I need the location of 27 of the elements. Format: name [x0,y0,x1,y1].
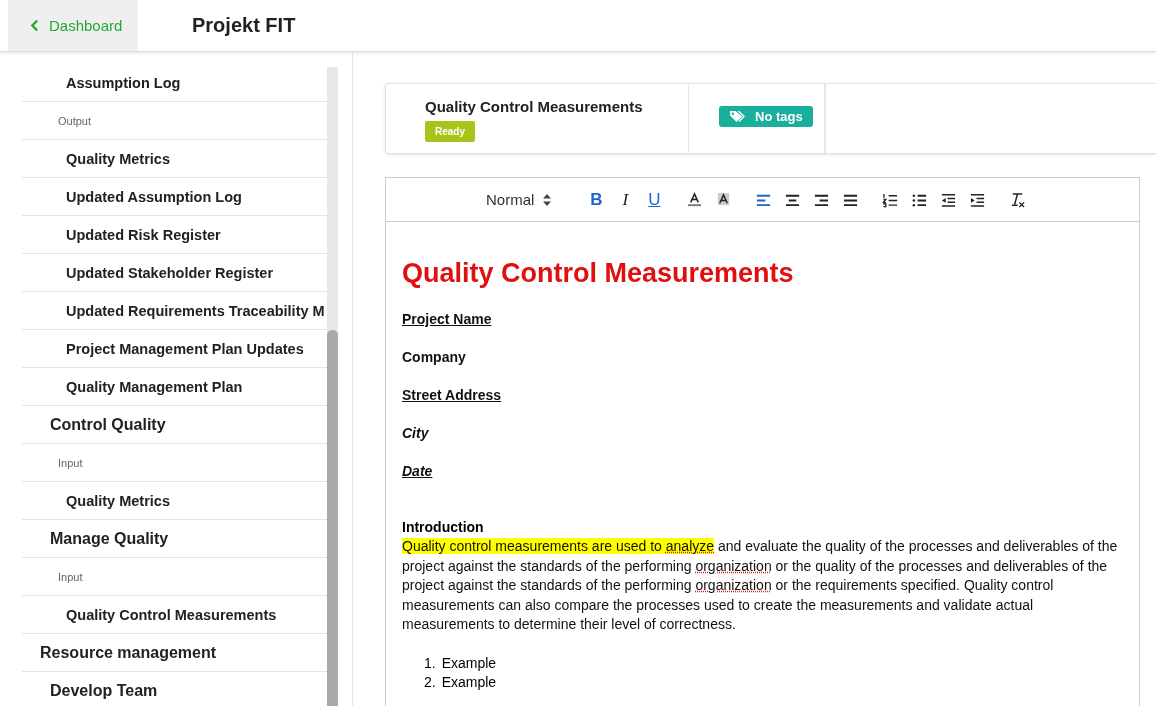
chevron-left-icon [30,19,39,32]
font-color-icon [685,191,703,208]
list-item: Example [441,653,497,673]
paragraph: Quality control measurements are used to analyze and evaluate the quality of the processes and deliverables of the project against the standards of the performing organization or the quality of the processes and deliverables of the project against the standards of the performing organization or the requirements specified. Quality control measurements can also compare the processes used to create the measurements and validate actual measurements to determine their level of correctness. [402,537,1119,634]
indent-icon [968,191,986,208]
status-badge: Ready [425,121,475,142]
scrollbar-thumb[interactable] [327,330,338,706]
project-title: Projekt FIT [192,14,296,37]
list-item: Example [441,672,497,692]
tag-icon [729,110,746,123]
italic-button[interactable]: I [614,187,637,212]
underline-button[interactable]: U [643,187,666,212]
field-label: Street Address [402,387,502,403]
field-label: Date [402,463,433,479]
document-heading: Quality Control Measurements [402,258,795,289]
numbered-list-icon [881,191,899,208]
sort-caret-icon [543,193,552,206]
field-label: Company [402,349,466,365]
document-title: Quality Control Measurements [425,98,643,115]
bold-button[interactable]: B [585,187,608,212]
section-title: Introduction [402,519,485,535]
format-select[interactable]: Normal [480,190,558,209]
list-number: 1. [424,653,436,673]
field-label: City [402,425,429,441]
list-number: 2. [424,672,436,692]
field-label: Project Name [402,311,492,327]
outdent-icon [939,191,957,208]
